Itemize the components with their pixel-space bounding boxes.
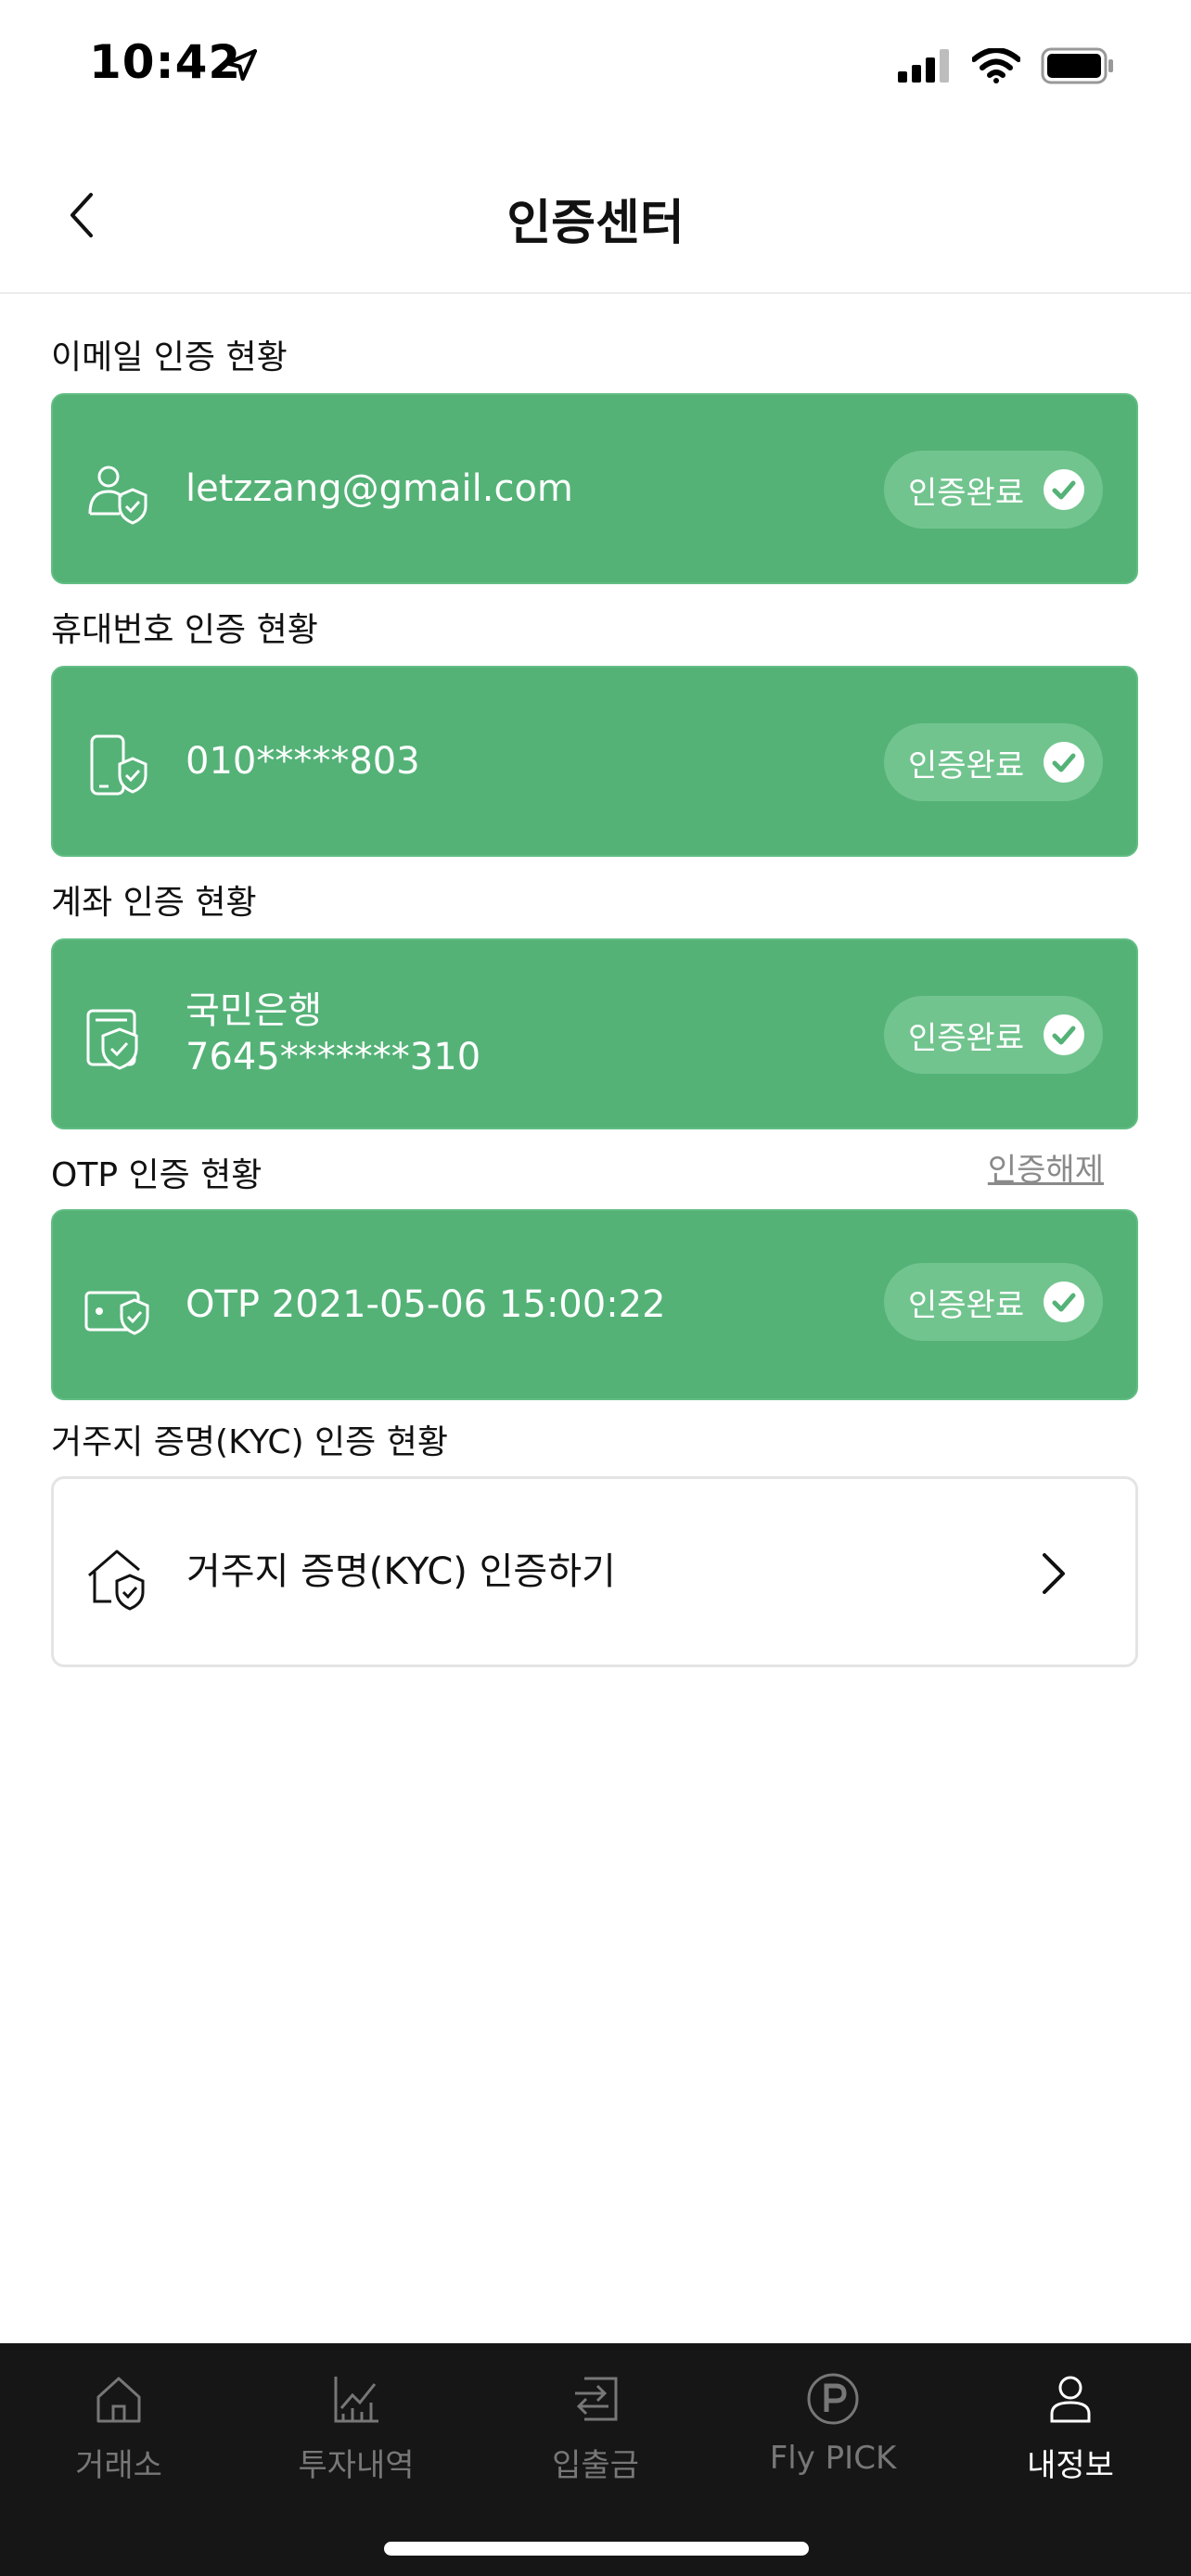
verified-badge: 인증완료 <box>884 996 1103 1074</box>
check-circle-icon <box>1044 1282 1084 1322</box>
email-section-label: 이메일 인증 현황 <box>51 338 288 376</box>
check-circle-icon <box>1044 742 1084 783</box>
phone-section-label: 휴대번호 인증 현황 <box>51 611 318 649</box>
verified-badge: 인증완료 <box>884 1263 1103 1341</box>
verified-badge: 인증완료 <box>884 451 1103 529</box>
phone-shield-icon <box>90 734 147 796</box>
transfer-icon <box>575 2377 618 2421</box>
bankbook-shield-icon <box>86 1009 138 1070</box>
tab-exchange[interactable]: 거래소 <box>0 2343 237 2510</box>
verified-badge: 인증완료 <box>884 723 1103 801</box>
otp-registered-date: OTP 2021-05-06 15:00:22 <box>186 1283 666 1326</box>
kyc-verify-button[interactable]: 거주지 증명(KYC) 인증하기 <box>51 1476 1138 1667</box>
phone-number: 010*****803 <box>186 740 420 783</box>
tab-investments[interactable]: 투자내역 <box>237 2343 475 2510</box>
otp-verification-card: OTP 2021-05-06 15:00:22 인증완료 <box>51 1209 1138 1400</box>
tab-label: 내정보 <box>1027 2447 1114 2484</box>
email-value: letzzang@gmail.com <box>186 395 573 582</box>
home-icon <box>96 2377 141 2423</box>
nav-bar: 인증센터 <box>0 139 1191 294</box>
p-circle-icon <box>807 2373 859 2425</box>
badge-label: 인증완료 <box>908 1019 1025 1057</box>
bank-name: 국민은행 <box>186 989 323 1032</box>
badge-label: 인증완료 <box>908 746 1025 784</box>
home-indicator <box>384 2542 809 2556</box>
account-number: 7645*******310 <box>186 1036 481 1078</box>
otp-section-label: OTP 인증 현황 <box>51 1156 263 1194</box>
user-shield-icon <box>88 465 147 525</box>
kyc-action: 거주지 증명(KYC) 인증하기 <box>186 1479 616 1664</box>
location-arrow-icon <box>224 48 258 82</box>
tab-fly-pick[interactable]: Fly PICK <box>714 2343 952 2510</box>
account-section-label: 계좌 인증 현황 <box>51 884 257 922</box>
signal-icon <box>898 49 949 83</box>
email-verification-card: letzzang@gmail.com 인증완료 <box>51 393 1138 584</box>
battery-icon <box>1041 47 1113 84</box>
tab-deposit-withdraw[interactable]: 입출금 <box>477 2343 714 2510</box>
check-circle-icon <box>1044 469 1084 510</box>
tab-my-info[interactable]: 내정보 <box>952 2343 1189 2510</box>
status-bar: 10:42 <box>0 0 1191 139</box>
otp-value: OTP 2021-05-06 15:00:22 <box>186 1211 666 1398</box>
account-value: 국민은행 7645*******310 <box>186 940 480 1128</box>
tab-label: 입출금 <box>552 2447 639 2484</box>
chevron-right-icon <box>1043 1553 1065 1594</box>
badge-label: 인증완료 <box>908 474 1025 512</box>
status-time: 10:42 <box>89 35 242 89</box>
kyc-action-label: 거주지 증명(KYC) 인증하기 <box>186 1550 616 1593</box>
tab-label: 투자내역 <box>298 2447 415 2484</box>
otp-card-shield-icon <box>84 1291 149 1335</box>
page-title: 인증센터 <box>506 196 685 251</box>
account-verification-card: 국민은행 7645*******310 인증완료 <box>51 938 1138 1129</box>
tab-label: 거래소 <box>75 2447 162 2484</box>
status-icons <box>898 45 1115 87</box>
phone-verification-card: 010*****803 인증완료 <box>51 666 1138 857</box>
user-icon <box>1050 2376 1091 2423</box>
email-address: letzzang@gmail.com <box>186 467 573 510</box>
phone-value: 010*****803 <box>186 668 420 855</box>
otp-unlink-link[interactable]: 인증해제 <box>988 1144 1104 1190</box>
badge-label: 인증완료 <box>908 1286 1025 1324</box>
wifi-icon <box>972 48 1020 83</box>
check-circle-icon <box>1044 1014 1084 1055</box>
tab-label: Fly PICK <box>769 2440 897 2477</box>
house-shield-icon <box>88 1549 145 1611</box>
kyc-section-label: 거주지 증명(KYC) 인증 현황 <box>51 1423 448 1461</box>
chart-icon <box>334 2377 378 2423</box>
